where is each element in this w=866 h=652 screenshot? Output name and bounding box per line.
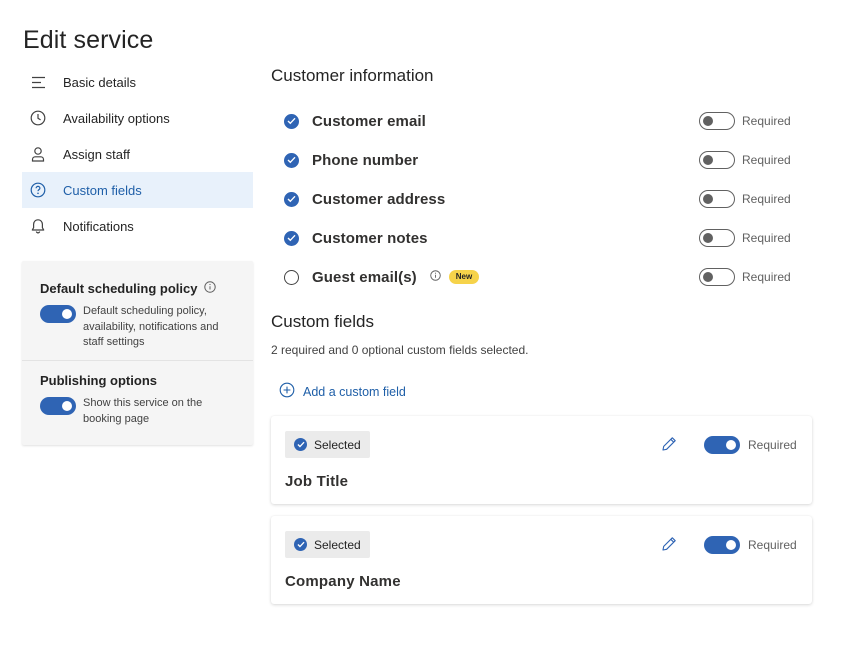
edit-button[interactable] [660, 436, 678, 457]
customer-field-label: Customer email [312, 112, 426, 130]
required-toggle-group: Required [704, 536, 797, 554]
default-policy-toggle[interactable] [40, 305, 76, 323]
nav-item-label: Availability options [63, 110, 170, 126]
custom-field-name: Job Title [285, 473, 349, 490]
info-icon[interactable] [204, 281, 217, 296]
customer-field-row: Phone number Required [284, 148, 804, 172]
add-custom-field-button[interactable]: Add a custom field [279, 382, 406, 401]
nav-item-label: Assign staff [63, 146, 130, 162]
required-toggle-group: Required [699, 268, 791, 286]
custom-field-name: Company Name [285, 573, 401, 590]
required-toggle[interactable] [699, 190, 735, 208]
customer-field-row: Guest email(s) New Required [284, 265, 804, 289]
nav-item-basic-details[interactable]: Basic details [22, 64, 253, 100]
customer-information-title: Customer information [271, 66, 434, 85]
publishing-toggle[interactable] [40, 397, 76, 415]
nav-item-label: Basic details [63, 74, 136, 90]
bell-icon [30, 218, 46, 234]
default-policy-heading: Default scheduling policy [40, 281, 198, 296]
default-policy-description: Default scheduling policy, availability,… [83, 305, 219, 348]
required-toggle-group: Required [699, 151, 791, 169]
info-icon[interactable] [430, 268, 441, 286]
checked-checkbox[interactable] [284, 230, 299, 246]
publishing-options-section: Publishing options Show this service on … [22, 373, 253, 427]
required-label: Required [742, 231, 791, 245]
required-label: Required [742, 270, 791, 284]
required-toggle-group: Required [704, 436, 797, 454]
nav-item-availability-options[interactable]: Availability options [22, 100, 253, 136]
customer-field-row: Customer address Required [284, 187, 804, 211]
checked-checkbox[interactable] [284, 152, 299, 168]
divider [22, 360, 253, 361]
nav-item-custom-fields[interactable]: Custom fields [22, 172, 253, 208]
check-circle-icon [294, 438, 307, 451]
required-label: Required [742, 153, 791, 167]
publishing-description: Show this service on the booking page [83, 397, 203, 425]
edit-button[interactable] [660, 536, 678, 557]
new-badge: New [448, 270, 480, 284]
text-lines-icon [30, 74, 46, 90]
selected-label: Selected [314, 437, 361, 452]
checked-checkbox[interactable] [284, 191, 299, 207]
nav-item-assign-staff[interactable]: Assign staff [22, 136, 253, 172]
pencil-icon [661, 536, 677, 557]
default-policy-section: Default scheduling policy Default schedu… [22, 281, 253, 351]
customer-field-label: Phone number [312, 151, 419, 169]
required-toggle-group: Required [699, 112, 791, 130]
required-label: Required [748, 438, 797, 452]
nav-item-label: Custom fields [63, 182, 142, 198]
person-icon [30, 146, 46, 162]
required-toggle-group: Required [699, 190, 791, 208]
customer-field-label: Customer address [312, 190, 446, 208]
required-toggle[interactable] [699, 268, 735, 286]
page-title: Edit service [23, 26, 154, 54]
unchecked-checkbox[interactable] [284, 269, 299, 285]
required-toggle[interactable] [704, 436, 740, 454]
add-custom-field-label: Add a custom field [303, 384, 406, 399]
required-label: Required [748, 538, 797, 552]
required-toggle[interactable] [704, 536, 740, 554]
selected-label: Selected [314, 537, 361, 552]
customer-field-row: Customer email Required [284, 109, 804, 133]
custom-field-card: Selected Required Company Name [271, 516, 812, 604]
policy-card: Default scheduling policy Default schedu… [22, 261, 253, 445]
customer-field-label: Customer notes [312, 229, 428, 247]
clock-icon [30, 110, 46, 126]
required-label: Required [742, 114, 791, 128]
required-toggle-group: Required [699, 229, 791, 247]
required-label: Required [742, 192, 791, 206]
required-toggle[interactable] [699, 151, 735, 169]
customer-field-row: Customer notes Required [284, 226, 804, 250]
required-toggle[interactable] [699, 229, 735, 247]
customer-field-label: Guest email(s) [312, 268, 417, 286]
custom-fields-summary: 2 required and 0 optional custom fields … [271, 343, 529, 357]
selected-chip[interactable]: Selected [285, 531, 370, 558]
required-toggle[interactable] [699, 112, 735, 130]
nav-item-label: Notifications [63, 218, 134, 234]
add-circle-icon [279, 382, 295, 401]
selected-chip[interactable]: Selected [285, 431, 370, 458]
question-circle-icon [30, 182, 46, 198]
pencil-icon [661, 436, 677, 457]
checked-checkbox[interactable] [284, 113, 299, 129]
custom-field-card: Selected Required Job Title [271, 416, 812, 504]
side-nav: Basic details Availability options Assig… [22, 64, 253, 244]
nav-item-notifications[interactable]: Notifications [22, 208, 253, 244]
check-circle-icon [294, 538, 307, 551]
publishing-options-heading: Publishing options [40, 373, 157, 388]
custom-fields-title: Custom fields [271, 312, 374, 331]
